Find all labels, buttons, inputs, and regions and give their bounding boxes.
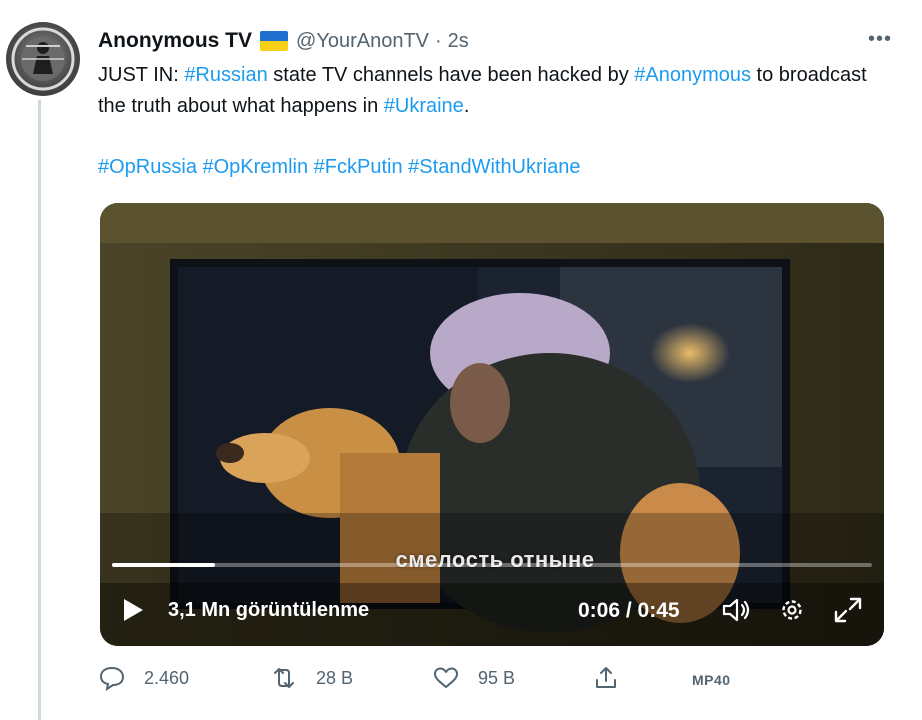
video-frame	[100, 203, 884, 646]
tweet-text-segment: JUST IN:	[98, 64, 185, 86]
author-name[interactable]: Anonymous TV	[98, 29, 252, 53]
hashtag-link[interactable]: #StandWithUkriane	[408, 156, 580, 178]
video-progress-fill	[112, 563, 215, 567]
tweet-text-segment: state TV channels have been hacked by	[267, 64, 635, 86]
hashtag-line: #OpRussia #OpKremlin #FckPutin #StandWit…	[98, 152, 580, 183]
share-icon	[596, 667, 616, 688]
video-player[interactable]: смелость отныне 3,1 Mn görüntülenme 0:06…	[100, 203, 884, 646]
author-handle[interactable]: @YourAnonTV	[296, 30, 429, 53]
hashtag-link[interactable]: #Russian	[184, 64, 267, 86]
volume-icon[interactable]	[720, 595, 752, 625]
tweet-text: JUST IN: #Russian state TV channels have…	[98, 60, 898, 122]
tweet-header: Anonymous TV @YourAnonTV · 2s •••	[98, 26, 892, 56]
hashtag-link[interactable]: #OpRussia	[98, 156, 197, 178]
reply-button[interactable]: 2.460	[98, 664, 189, 692]
separator-dot: ·	[435, 29, 442, 52]
video-subtitle: смелость отныне	[395, 547, 595, 572]
share-button[interactable]	[592, 664, 620, 692]
like-count: 95 B	[478, 667, 516, 688]
retweet-icon	[274, 668, 294, 688]
video-progress-bar[interactable]	[112, 563, 872, 567]
reply-icon	[99, 666, 125, 692]
retweet-button[interactable]: 28 B	[270, 664, 353, 692]
tweet-text-segment: .	[463, 95, 470, 117]
video-controls: 3,1 Mn görüntülenme 0:06 / 0:45	[100, 581, 884, 633]
download-format-label[interactable]: MP40	[692, 672, 731, 688]
hashtag-link[interactable]: #Anonymous	[634, 64, 751, 86]
heart-icon	[434, 667, 458, 688]
hashtag-link[interactable]: #OpKremlin	[203, 156, 309, 178]
more-options-icon[interactable]: •••	[868, 28, 892, 51]
play-icon[interactable]	[120, 597, 146, 623]
hashtag-link[interactable]: #Ukraine	[384, 95, 464, 117]
reply-count: 2.460	[144, 667, 190, 688]
gear-icon[interactable]	[776, 595, 808, 625]
video-timestamp: 0:06 / 0:45	[578, 599, 680, 622]
avatar[interactable]	[6, 22, 80, 96]
ukraine-flag-icon	[260, 31, 289, 51]
fullscreen-icon[interactable]	[832, 595, 864, 625]
tweet-actions: 2.460 28 B 95 B MP40	[98, 664, 798, 704]
tweet-timestamp[interactable]: 2s	[448, 30, 469, 53]
thread-line	[38, 100, 41, 720]
hashtag-link[interactable]: #FckPutin	[314, 156, 403, 178]
like-button[interactable]: 95 B	[432, 664, 515, 692]
retweet-count: 28 B	[316, 667, 354, 688]
anonymous-logo-icon	[11, 27, 75, 91]
view-count: 3,1 Mn görüntülenme	[168, 599, 370, 621]
